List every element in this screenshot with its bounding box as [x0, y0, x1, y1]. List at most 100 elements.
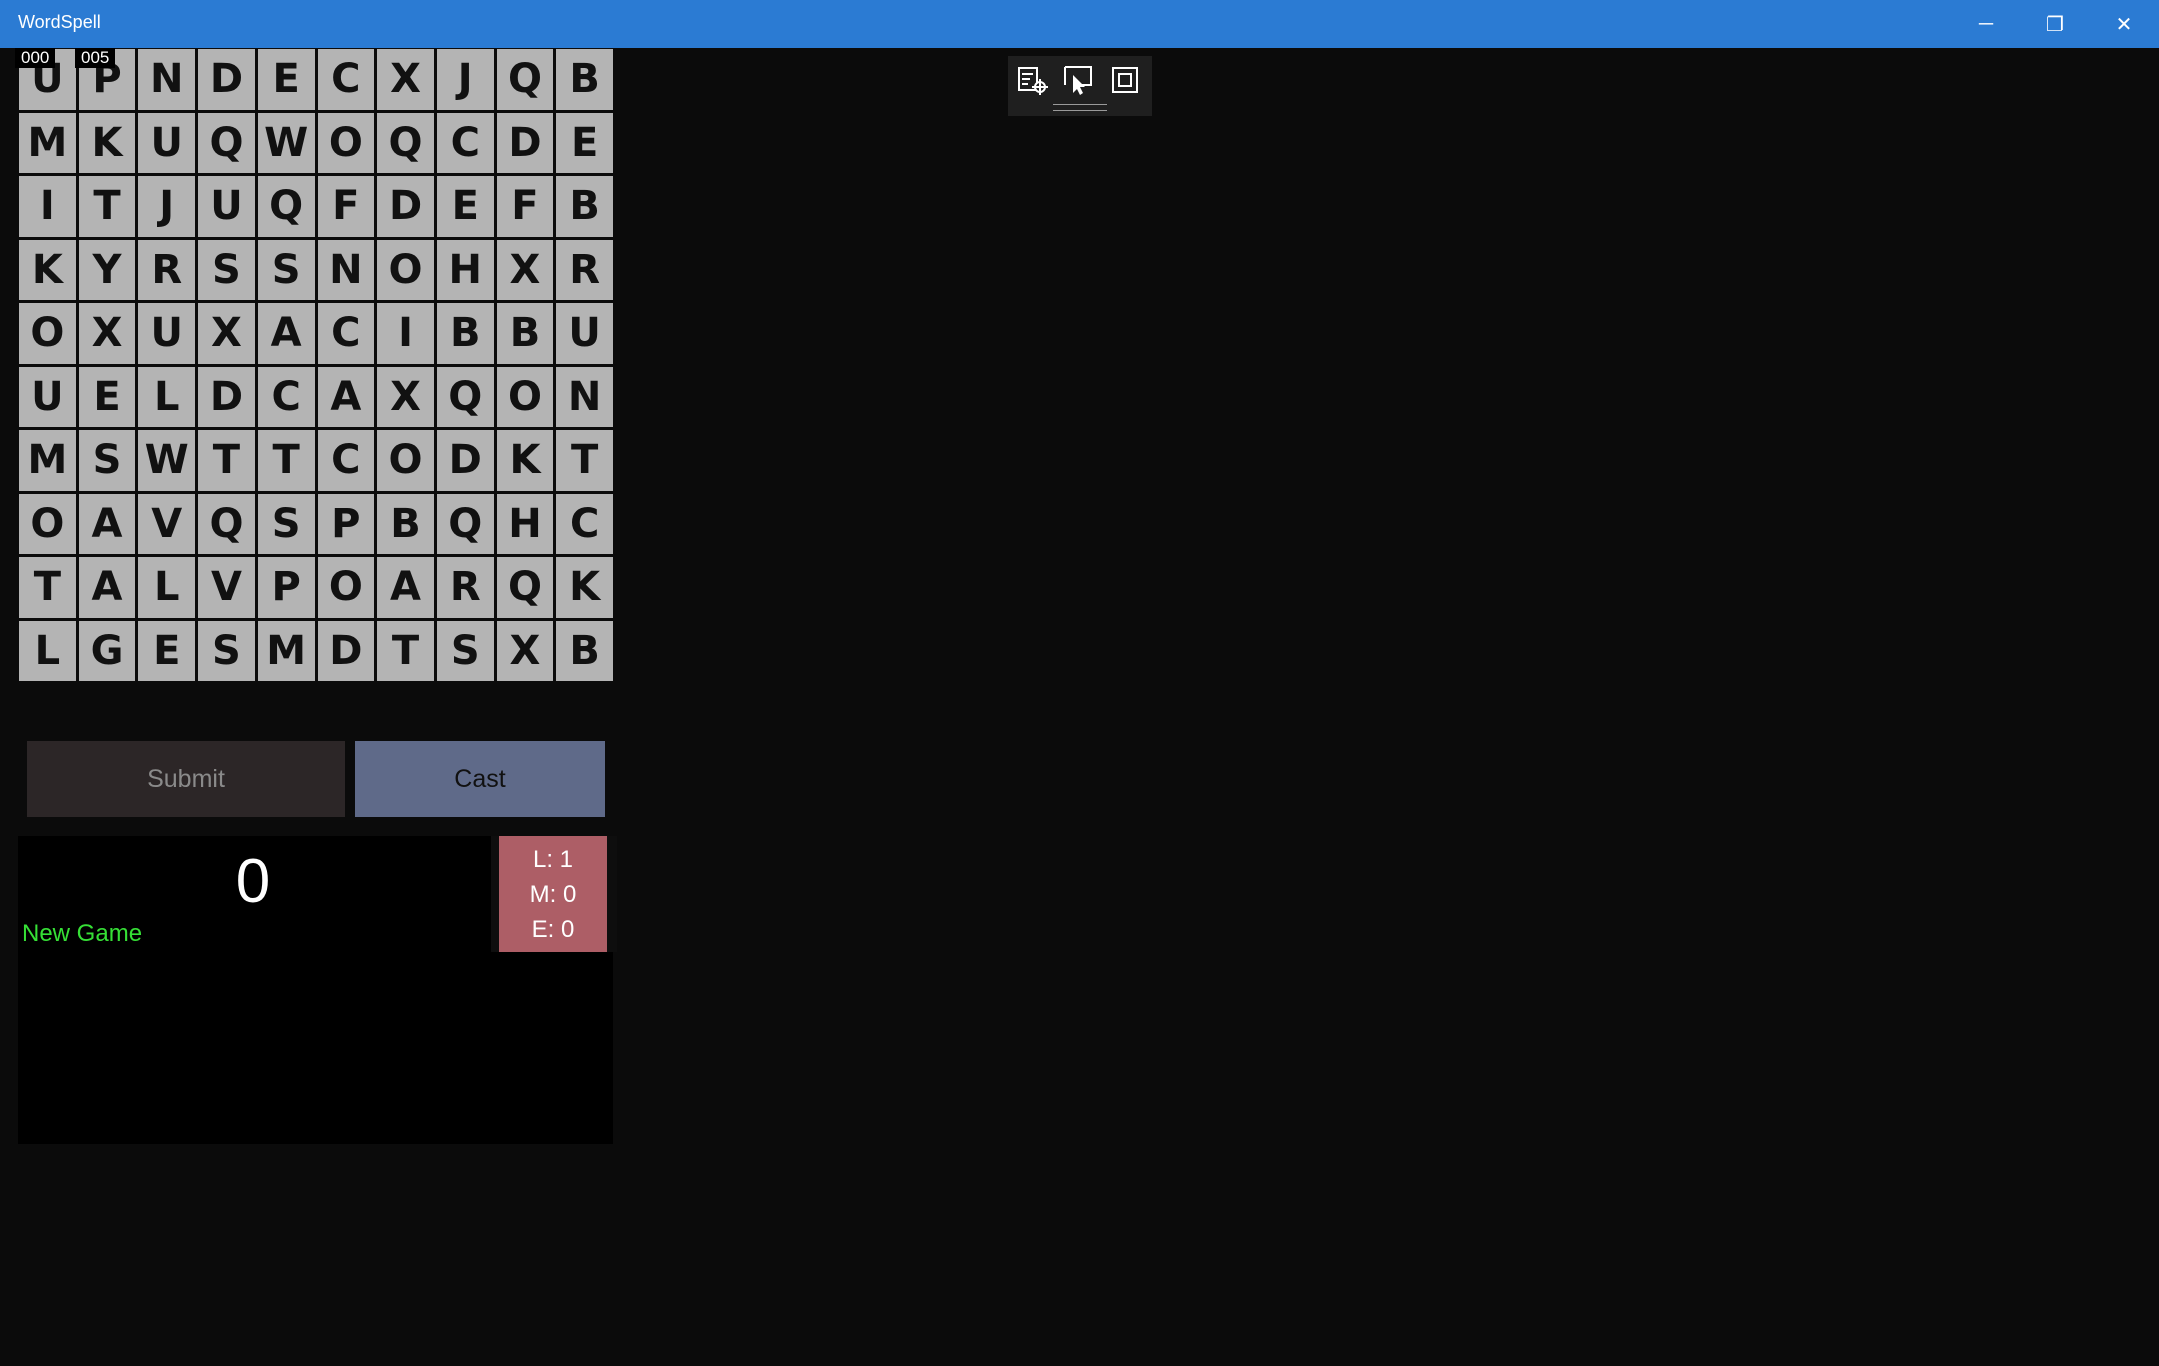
letter-tile[interactable]: A — [317, 366, 375, 427]
letter-tile[interactable]: O — [496, 366, 554, 427]
letter-tile[interactable]: K — [556, 557, 613, 618]
letter-tile[interactable]: V — [138, 493, 196, 554]
letter-tile[interactable]: S — [436, 620, 494, 681]
letter-tile[interactable]: T — [257, 430, 315, 491]
letter-tile[interactable]: X — [78, 303, 136, 364]
letter-tile[interactable]: D — [377, 176, 434, 237]
letter-tile[interactable]: U — [198, 176, 255, 237]
letter-tile[interactable]: F — [317, 176, 375, 237]
letter-tile[interactable]: E — [436, 176, 494, 237]
minimize-button[interactable]: ─ — [1952, 0, 2020, 48]
letter-tile[interactable]: T — [198, 430, 255, 491]
letter-tile[interactable]: N — [138, 49, 196, 110]
letter-tile[interactable]: O — [317, 112, 375, 173]
letter-tile[interactable]: C — [317, 430, 375, 491]
letter-tile[interactable]: P — [317, 493, 375, 554]
letter-tile[interactable]: E — [556, 112, 613, 173]
letter-tile[interactable]: U — [19, 366, 76, 427]
letter-tile[interactable]: S — [78, 430, 136, 491]
letter-tile[interactable]: A — [78, 493, 136, 554]
letter-tile[interactable]: U — [138, 303, 196, 364]
letter-tile[interactable]: C — [317, 303, 375, 364]
letter-tile[interactable]: K — [19, 239, 76, 300]
letter-tile[interactable]: Q — [198, 112, 255, 173]
letter-tile[interactable]: K — [496, 430, 554, 491]
letter-tile[interactable]: O — [19, 303, 76, 364]
letter-tile[interactable]: R — [436, 557, 494, 618]
letter-tile[interactable]: D — [436, 430, 494, 491]
letter-tile[interactable]: B — [556, 176, 613, 237]
letter-tile[interactable]: O — [19, 493, 76, 554]
letter-tile[interactable]: L — [138, 557, 196, 618]
cast-button[interactable]: Cast — [355, 741, 605, 817]
letter-tile[interactable]: A — [257, 303, 315, 364]
letter-tile[interactable]: S — [257, 493, 315, 554]
letter-tile[interactable]: Q — [496, 557, 554, 618]
letter-tile[interactable]: N — [556, 366, 613, 427]
letter-tile[interactable]: W — [138, 430, 196, 491]
letter-tile[interactable]: Q — [377, 112, 434, 173]
letter-tile[interactable]: K — [78, 112, 136, 173]
letter-tile[interactable]: O — [377, 239, 434, 300]
letter-tile[interactable]: Y — [78, 239, 136, 300]
letter-tile[interactable]: J — [436, 49, 494, 110]
letter-tile[interactable]: C — [317, 49, 375, 110]
letter-tile[interactable]: T — [556, 430, 613, 491]
letter-tile[interactable]: H — [496, 493, 554, 554]
letter-tile[interactable]: H — [436, 239, 494, 300]
letter-tile[interactable]: O — [377, 430, 434, 491]
letter-tile[interactable]: D — [496, 112, 554, 173]
letter-tile[interactable]: B — [377, 493, 434, 554]
letter-tile[interactable]: S — [198, 239, 255, 300]
letter-tile[interactable]: B — [496, 303, 554, 364]
letter-tile[interactable]: J — [138, 176, 196, 237]
letter-tile[interactable]: E — [257, 49, 315, 110]
letter-tile[interactable]: R — [138, 239, 196, 300]
letter-tile[interactable]: T — [78, 176, 136, 237]
letter-tile[interactable]: G — [78, 620, 136, 681]
letter-tile[interactable]: N — [317, 239, 375, 300]
letter-tile[interactable]: Q — [198, 493, 255, 554]
letter-tile[interactable]: Q — [436, 493, 494, 554]
letter-tile[interactable]: X — [496, 620, 554, 681]
letter-tile[interactable]: D — [317, 620, 375, 681]
letter-tile[interactable]: R — [556, 239, 613, 300]
letter-tile[interactable]: M — [19, 430, 76, 491]
letter-tile[interactable]: D — [198, 49, 255, 110]
letter-tile[interactable]: Q — [436, 366, 494, 427]
live-visual-tree-icon[interactable] — [1016, 63, 1050, 97]
letter-tile[interactable]: C — [556, 493, 613, 554]
letter-tile[interactable]: U — [556, 303, 613, 364]
letter-tile[interactable]: P — [257, 557, 315, 618]
restore-button[interactable]: ❐ — [2021, 0, 2089, 48]
letter-tile[interactable]: E — [138, 620, 196, 681]
display-layout-adorners-icon[interactable] — [1108, 63, 1142, 97]
letter-tile[interactable]: A — [377, 557, 434, 618]
letter-tile[interactable]: Q — [257, 176, 315, 237]
letter-tile[interactable]: X — [377, 49, 434, 110]
select-element-icon[interactable] — [1062, 63, 1096, 97]
letter-tile[interactable]: W — [257, 112, 315, 173]
letter-tile[interactable]: I — [377, 303, 434, 364]
letter-tile[interactable]: V — [198, 557, 255, 618]
letter-tile[interactable]: M — [257, 620, 315, 681]
letter-tile[interactable]: D — [198, 366, 255, 427]
letter-tile[interactable]: X — [496, 239, 554, 300]
letter-tile[interactable]: L — [19, 620, 76, 681]
letter-tile[interactable]: O — [317, 557, 375, 618]
letter-tile[interactable]: B — [556, 49, 613, 110]
letter-tile[interactable]: A — [78, 557, 136, 618]
letter-tile[interactable]: B — [556, 620, 613, 681]
toolbar-drag-handle[interactable] — [1053, 104, 1107, 111]
letter-tile[interactable]: T — [377, 620, 434, 681]
letter-tile[interactable]: C — [436, 112, 494, 173]
letter-tile[interactable]: B — [436, 303, 494, 364]
letter-tile[interactable]: X — [198, 303, 255, 364]
letter-tile[interactable]: L — [138, 366, 196, 427]
letter-tile[interactable]: M — [19, 112, 76, 173]
letter-tile[interactable]: X — [377, 366, 434, 427]
letter-tile[interactable]: C — [257, 366, 315, 427]
letter-tile[interactable]: I — [19, 176, 76, 237]
new-game-link[interactable]: New Game — [22, 920, 142, 948]
letter-tile[interactable]: E — [78, 366, 136, 427]
